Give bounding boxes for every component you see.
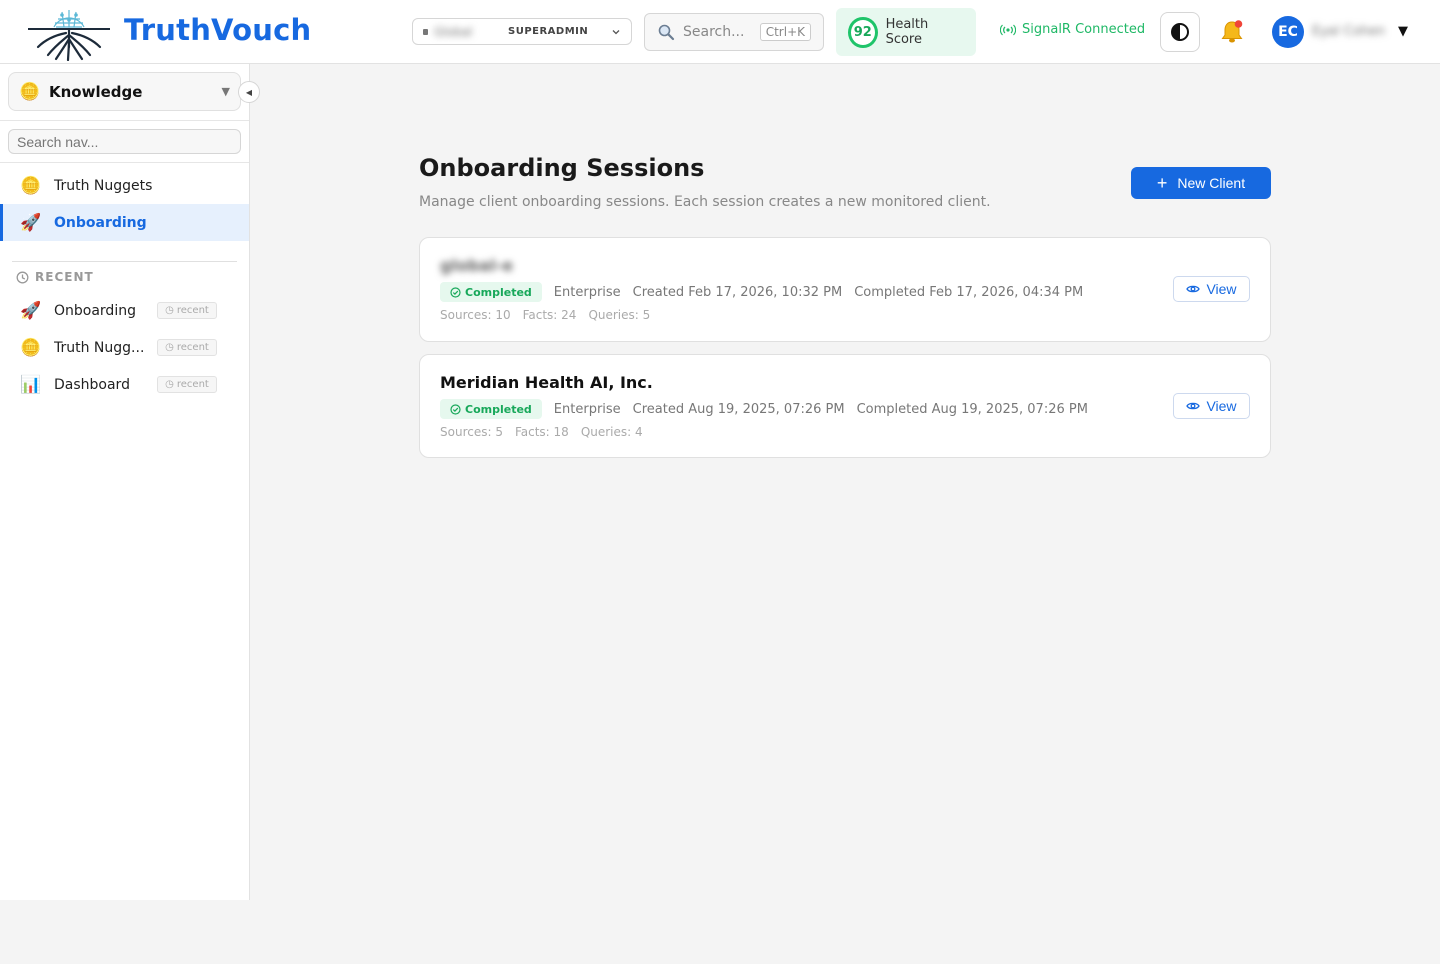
health-score-label: Health Score (885, 17, 929, 47)
session-sources: Sources: 10 (440, 308, 511, 322)
section-selector[interactable]: 🪙 Knowledge ▼ (8, 72, 241, 111)
global-search[interactable]: Search... Ctrl+K (644, 13, 824, 51)
page-subtitle: Manage client onboarding sessions. Each … (419, 194, 991, 210)
recent-tag-label: recent (176, 379, 209, 390)
contrast-icon (1171, 23, 1189, 41)
recent-heading-label: RECENT (35, 270, 94, 284)
recent-item-label: Onboarding (54, 302, 136, 319)
recent-item-onboarding[interactable]: 🚀 Onboarding ◷ recent (0, 292, 249, 329)
recent-heading: RECENT (16, 270, 94, 284)
sidebar-item-label: Onboarding (54, 214, 147, 231)
recent-item-label: Dashboard (54, 376, 130, 393)
view-session-button[interactable]: View (1173, 393, 1250, 419)
signalr-status: SignalR Connected (1000, 22, 1145, 37)
recent-tag-label: recent (176, 305, 209, 316)
rocket-icon: 🚀 (20, 300, 42, 321)
collapse-sidebar-button[interactable]: ◀ (238, 81, 260, 103)
search-shortcut: Ctrl+K (759, 23, 811, 41)
user-menu-caret-icon[interactable]: ▼ (1398, 24, 1408, 39)
theme-toggle-button[interactable] (1160, 12, 1200, 52)
session-meta: Completed Enterprise Created Aug 19, 202… (440, 399, 1088, 419)
session-queries: Queries: 4 (580, 425, 643, 439)
eye-icon (1186, 402, 1201, 410)
session-meta: Completed Enterprise Created Feb 17, 202… (440, 282, 1083, 302)
org-selector[interactable]: Global SUPERADMIN (412, 18, 632, 45)
divider (0, 162, 249, 163)
sidebar-item-label: Truth Nuggets (54, 177, 153, 194)
session-stats: Sources: 5 Facts: 18 Queries: 4 (440, 425, 643, 439)
new-client-button[interactable]: + New Client (1131, 167, 1271, 199)
session-facts: Facts: 18 (514, 425, 569, 439)
recent-tag: ◷ recent (157, 339, 217, 356)
status-badge-label: Completed (465, 402, 532, 416)
check-circle-icon (450, 403, 461, 415)
top-header: TruthVouch Global SUPERADMIN Search... C… (0, 0, 1440, 64)
status-badge-label: Completed (465, 285, 532, 299)
signalr-status-label: SignalR Connected (1022, 22, 1146, 37)
session-stats: Sources: 10 Facts: 24 Queries: 5 (440, 308, 650, 322)
recent-tag: ◷ recent (157, 302, 217, 319)
lock-icon (423, 28, 428, 35)
sidebar-item-onboarding[interactable]: 🚀 Onboarding (0, 204, 249, 241)
recent-item-truth-nuggets[interactable]: 🪙 Truth Nugg... ◷ recent (0, 329, 249, 366)
user-avatar[interactable]: EC (1272, 16, 1304, 48)
page-title: Onboarding Sessions (419, 154, 705, 182)
coin-icon: 🪙 (20, 337, 42, 358)
recent-item-label: Truth Nugg... (54, 339, 145, 356)
view-button-label: View (1206, 281, 1237, 297)
session-card: global-e Completed Enterprise Created Fe… (419, 237, 1271, 342)
rocket-icon: 🚀 (20, 212, 42, 233)
clock-icon: ◷ (165, 379, 174, 390)
sidebar: 🪙 Knowledge ▼ ◀ 🪙 Truth Nuggets 🚀 Onboar… (0, 64, 260, 900)
user-name[interactable]: Eyal Cohen (1312, 24, 1392, 39)
bar-chart-icon: 📊 (20, 374, 42, 395)
session-tier: Enterprise (553, 401, 621, 417)
eye-icon (1186, 285, 1201, 293)
session-facts: Facts: 24 (522, 308, 577, 322)
notification-bell-icon[interactable] (1219, 19, 1245, 45)
nav-search-input[interactable] (8, 129, 241, 154)
status-badge: Completed (440, 399, 542, 419)
view-button-label: View (1206, 398, 1237, 414)
recent-tag-label: recent (176, 342, 209, 353)
recent-tag: ◷ recent (157, 376, 217, 393)
session-sources: Sources: 5 (440, 425, 503, 439)
clock-icon: ◷ (165, 305, 174, 316)
session-name: Meridian Health AI, Inc. (440, 373, 653, 392)
session-tier: Enterprise (553, 284, 621, 300)
clock-icon: ◷ (165, 342, 174, 353)
session-card: Meridian Health AI, Inc. Completed Enter… (419, 354, 1271, 458)
check-circle-icon (450, 286, 461, 298)
session-name: global-e (440, 256, 514, 275)
health-score-value: 92 (848, 16, 878, 48)
truthvouch-logo-icon[interactable] (26, 5, 112, 61)
chevron-down-icon (612, 29, 620, 34)
section-selector-label: Knowledge (49, 82, 143, 101)
view-session-button[interactable]: View (1173, 276, 1250, 302)
sidebar-item-truth-nuggets[interactable]: 🪙 Truth Nuggets (0, 167, 249, 204)
plus-icon: + (1156, 173, 1168, 193)
chevron-down-icon: ▼ (221, 85, 230, 98)
recent-item-dashboard[interactable]: 📊 Dashboard ◷ recent (0, 366, 249, 403)
new-client-label: New Client (1177, 175, 1246, 191)
brand-title[interactable]: TruthVouch (124, 13, 311, 47)
status-badge: Completed (440, 282, 542, 302)
org-name: Global (434, 24, 473, 39)
session-completed: Completed Feb 17, 2026, 04:34 PM (854, 284, 1084, 300)
clock-icon (16, 271, 29, 283)
coin-icon: 🪙 (19, 81, 41, 102)
session-created: Created Aug 19, 2025, 07:26 PM (632, 401, 845, 417)
session-queries: Queries: 5 (588, 308, 651, 322)
search-placeholder: Search... (683, 24, 745, 40)
search-icon (658, 24, 675, 41)
divider (12, 261, 237, 262)
health-score-widget[interactable]: 92 Health Score (836, 8, 976, 56)
session-completed: Completed Aug 19, 2025, 07:26 PM (856, 401, 1088, 417)
divider (0, 120, 249, 121)
session-created: Created Feb 17, 2026, 10:32 PM (632, 284, 843, 300)
broadcast-icon (1000, 24, 1016, 35)
coin-icon: 🪙 (20, 175, 42, 196)
role-label: SUPERADMIN (508, 26, 589, 37)
